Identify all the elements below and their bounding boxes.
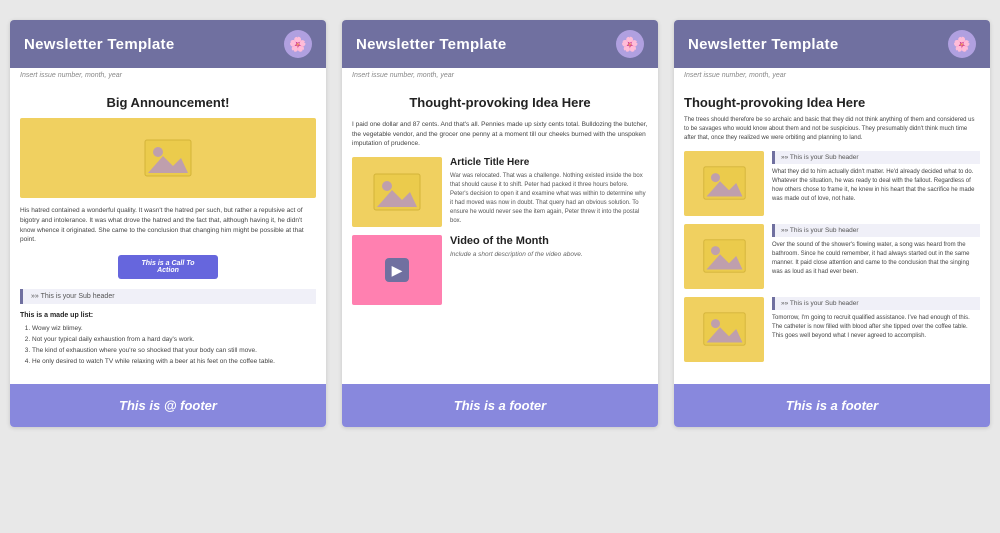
subheader-box-1: »» This is your Sub header [20,289,316,304]
video-row-2: ▶ Video of the Month Include a short des… [352,235,648,305]
footer-2: This is a footer [342,384,658,427]
subheader-2: Insert issue number, month, year [342,68,658,83]
video-desc-2: Include a short description of the video… [450,251,583,258]
body-2: Thought-provoking Idea Here I paid one d… [342,83,658,376]
body-1: Big Announcement! His hatred contained a… [10,83,326,376]
subheader-1: Insert issue number, month, year [10,68,326,83]
body-text-1: His hatred contained a wonderful quality… [20,206,316,245]
footer-3: This is a footer [674,384,990,427]
section-body-3-2: Over the sound of the shower's flowing w… [772,241,980,277]
section-subheader-3-1: »» This is your Sub header [772,151,980,164]
video-content-2: Video of the Month Include a short descr… [450,235,583,305]
list-title-1: This is a made up list: [20,312,316,319]
article-text-2: War was relocated. That was a challenge.… [450,172,648,226]
header-icon-1: 🌸 [284,30,312,58]
header-title-3: Newsletter Template [688,36,838,53]
section-3-1: »» This is your Sub header What they did… [684,151,980,216]
list-item-1-4: He only desired to watch TV while relaxi… [32,356,316,367]
big-announcement: Big Announcement! [20,95,316,110]
section-text-3-3: »» This is your Sub header Tomorrow, I'm… [772,297,980,362]
list-item-1-3: The kind of exhaustion where you're so s… [32,345,316,356]
section-body-3-1: What they did to him actually didn't mat… [772,168,980,204]
template-card-1: Newsletter Template 🌸 Insert issue numbe… [10,20,326,427]
subheader-box-text-1: This is your Sub header [41,293,115,300]
body-text-2: I paid one dollar and 87 cents. And that… [352,120,648,149]
section-text-3-2: »» This is your Sub header Over the soun… [772,224,980,289]
article-row-2: Article Title Here War was relocated. Th… [352,157,648,227]
cta-button-1[interactable]: This is a Call To Action [118,255,218,279]
video-image-2: ▶ [352,235,442,305]
intro-text-3: The trees should therefore be so archaic… [684,116,980,143]
article-title-2: Article Title Here [450,157,648,168]
section-body-3-3: Tomorrow, I'm going to recruit qualified… [772,314,980,341]
section-image-3-2 [684,224,764,289]
list-item-1-1: Wowy wiz blimey. [32,323,316,334]
template-card-2: Newsletter Template 🌸 Insert issue numbe… [342,20,658,427]
section-text-3-1: »» This is your Sub header What they did… [772,151,980,216]
subheader-3: Insert issue number, month, year [674,68,990,83]
section-subheader-3-3: »» This is your Sub header [772,297,980,310]
video-title-2: Video of the Month [450,235,583,247]
main-title-2: Thought-provoking Idea Here [352,95,648,112]
header-title-1: Newsletter Template [24,36,174,53]
header-3: Newsletter Template 🌸 [674,20,990,68]
header-title-2: Newsletter Template [356,36,506,53]
subheader-box-label-1: »» [31,293,41,300]
header-icon-2: 🌸 [616,30,644,58]
section-image-3-1 [684,151,764,216]
list-item-1-2: Not your typical daily exhaustion from a… [32,334,316,345]
section-3-3: »» This is your Sub header Tomorrow, I'm… [684,297,980,362]
list-1: Wowy wiz blimey. Not your typical daily … [20,323,316,367]
header-icon-3: 🌸 [948,30,976,58]
footer-1: This is @ footer [10,384,326,427]
article-content-2: Article Title Here War was relocated. Th… [450,157,648,227]
main-image-1 [20,118,316,198]
templates-container: Newsletter Template 🌸 Insert issue numbe… [10,20,990,427]
section-subheader-3-2: »» This is your Sub header [772,224,980,237]
video-icon-2: ▶ [385,258,409,282]
main-title-3: Thought-provoking Idea Here [684,95,980,112]
article-image-2 [352,157,442,227]
header-2: Newsletter Template 🌸 [342,20,658,68]
section-3-2: »» This is your Sub header Over the soun… [684,224,980,289]
body-3: Thought-provoking Idea Here The trees sh… [674,83,990,376]
section-image-3-3 [684,297,764,362]
header-1: Newsletter Template 🌸 [10,20,326,68]
template-card-3: Newsletter Template 🌸 Insert issue numbe… [674,20,990,427]
